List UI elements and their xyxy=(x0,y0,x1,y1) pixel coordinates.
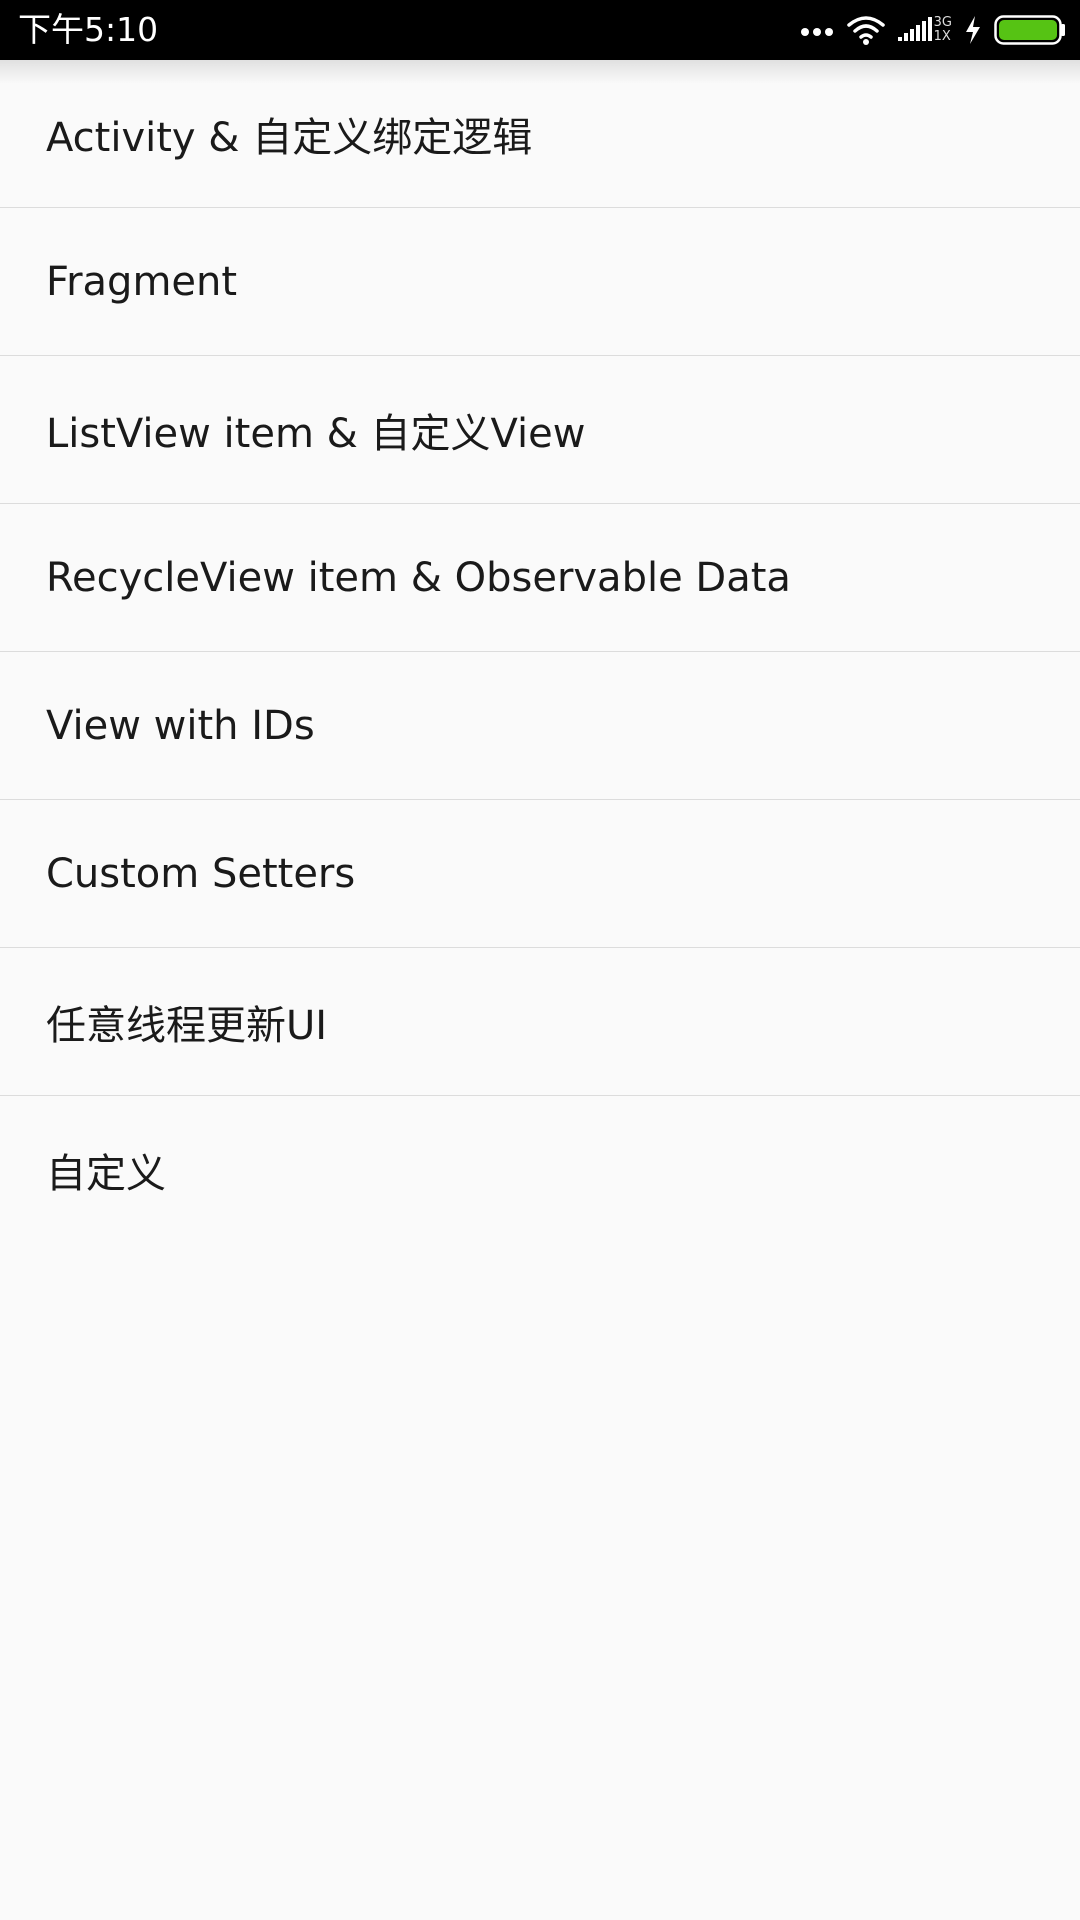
list-item-view-with-ids[interactable]: View with IDs xyxy=(0,652,1080,800)
status-bar: 下午5:10 3G 1X xyxy=(0,0,1080,60)
list-item-label: 自定义 xyxy=(46,1151,166,1197)
network-type-top: 3G xyxy=(933,15,952,30)
wifi-icon xyxy=(846,14,886,46)
status-time: 下午5:10 xyxy=(18,10,159,49)
status-icons: 3G 1X xyxy=(788,0,1066,60)
list-item-label: ListView item & 自定义View xyxy=(46,410,586,457)
list-item-label: Fragment xyxy=(46,258,238,305)
network-type-label: 3G 1X xyxy=(934,16,952,44)
list-item-label: 任意线程更新UI xyxy=(46,1002,328,1049)
app-screen: 下午5:10 3G 1X Activity & 自定义绑定逻辑 Fragment… xyxy=(0,0,1080,1920)
more-dots-icon xyxy=(800,24,834,36)
list-item-fragment[interactable]: Fragment xyxy=(0,208,1080,356)
battery-icon xyxy=(994,15,1066,45)
list-item-recycleview[interactable]: RecycleView item & Observable Data xyxy=(0,504,1080,652)
list-item-label: View with IDs xyxy=(46,702,315,749)
list-item-label: RecycleView item & Observable Data xyxy=(46,554,791,601)
signal-icon xyxy=(897,15,936,45)
status-bar-shadow xyxy=(0,60,1080,84)
demo-list: Activity & 自定义绑定逻辑 Fragment ListView ite… xyxy=(0,60,1080,1244)
list-item-custom-setters[interactable]: Custom Setters xyxy=(0,800,1080,948)
list-item-custom[interactable]: 自定义 xyxy=(0,1096,1080,1244)
list-item-thread-update-ui[interactable]: 任意线程更新UI xyxy=(0,948,1080,1096)
list-item-label: Custom Setters xyxy=(46,850,356,897)
network-type-bottom: 1X xyxy=(933,29,951,44)
list-item-listview[interactable]: ListView item & 自定义View xyxy=(0,356,1080,504)
charging-icon xyxy=(964,15,982,45)
list-item-label: Activity & 自定义绑定逻辑 xyxy=(46,114,533,161)
